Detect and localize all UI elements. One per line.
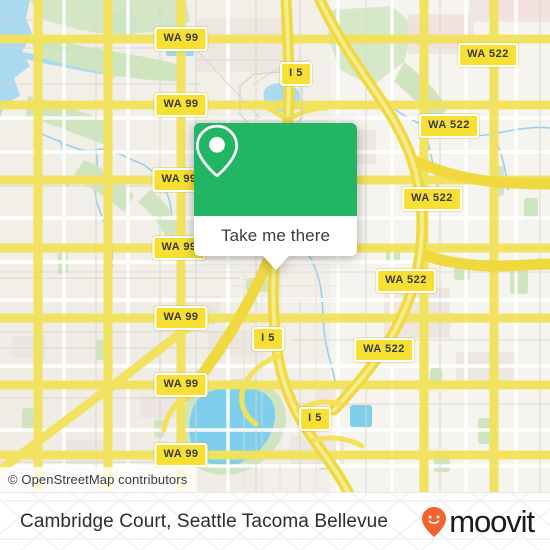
take-me-there-label: Take me there bbox=[220, 226, 331, 245]
highway-shield: I 5 bbox=[252, 327, 284, 351]
moovit-wordmark: moovit bbox=[449, 504, 535, 539]
highway-shield: WA 522 bbox=[458, 43, 518, 67]
highway-shield: I 5 bbox=[299, 407, 331, 431]
place-title: Cambridge Court, Seattle Tacoma Bellevue bbox=[20, 510, 389, 532]
location-pin-icon bbox=[195, 124, 239, 178]
footer-bar: Cambridge Court, Seattle Tacoma Bellevue… bbox=[0, 492, 550, 550]
popup-header bbox=[194, 123, 357, 216]
highway-shield: WA 522 bbox=[376, 269, 436, 293]
highway-shield: WA 99 bbox=[154, 443, 208, 467]
highway-shield: WA 99 bbox=[154, 93, 208, 117]
map-canvas[interactable]: WA 99 I 5 WA 99 WA 522 WA 522 WA 99 WA 522 WA 9… bbox=[0, 0, 550, 492]
popup-pointer-tail bbox=[262, 256, 289, 270]
highway-shield: WA 99 bbox=[154, 27, 208, 51]
highway-shield: WA 99 bbox=[154, 373, 208, 397]
highway-shield: WA 522 bbox=[354, 338, 414, 362]
popup-action-row[interactable]: Take me there bbox=[194, 216, 357, 256]
highway-shield: WA 99 bbox=[154, 306, 208, 330]
map-attribution[interactable]: © OpenStreetMap contributors bbox=[0, 467, 198, 492]
highway-shield: WA 522 bbox=[402, 187, 462, 211]
moovit-smiley-pin-icon bbox=[422, 506, 447, 537]
highway-shield: WA 522 bbox=[419, 114, 479, 138]
map-page: WA 99 I 5 WA 99 WA 522 WA 522 WA 99 WA 522 WA 9… bbox=[0, 0, 550, 550]
destination-popup-card[interactable]: Take me there bbox=[194, 123, 357, 270]
highway-shield: I 5 bbox=[280, 62, 312, 86]
moovit-logo[interactable]: moovit bbox=[421, 504, 535, 539]
attribution-text: © OpenStreetMap contributors bbox=[8, 472, 188, 487]
